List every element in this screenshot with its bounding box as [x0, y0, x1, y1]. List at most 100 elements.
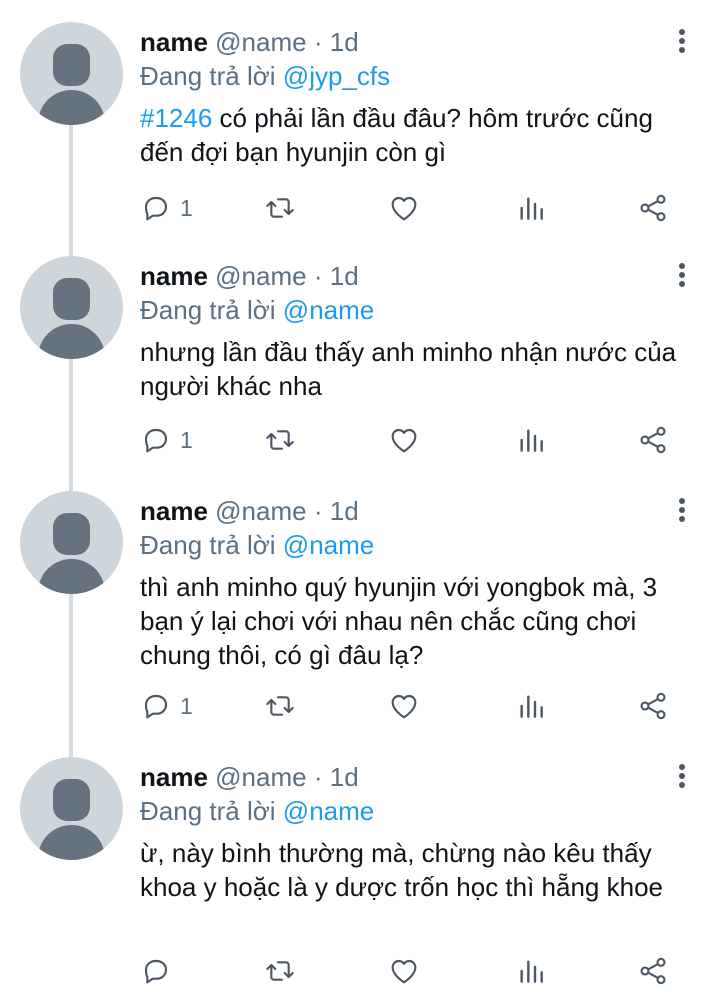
tweet-header: name @name · 1d — [140, 26, 696, 58]
retweet-icon — [266, 198, 294, 218]
tweet-header: name @name · 1d — [140, 260, 696, 292]
share-button[interactable] — [637, 688, 669, 724]
retweet-icon — [266, 430, 294, 450]
reply-count: 1 — [180, 427, 193, 453]
more-vertical-icon[interactable] — [672, 260, 692, 292]
heart-icon — [391, 428, 417, 453]
display-name[interactable]: name — [140, 762, 208, 792]
reply-icon — [144, 196, 168, 221]
share-icon — [640, 692, 666, 720]
mention-link[interactable]: @name — [283, 796, 374, 826]
like-button[interactable] — [388, 422, 420, 458]
replying-label: Đang trả lời — [140, 61, 276, 91]
more-vertical-icon[interactable] — [672, 495, 692, 527]
display-name[interactable]: name — [140, 261, 208, 291]
like-button[interactable] — [388, 953, 420, 989]
analytics-icon — [520, 429, 543, 452]
reply-count: 1 — [180, 693, 193, 719]
share-icon — [640, 194, 666, 222]
heart-icon — [391, 196, 417, 221]
mention-link[interactable]: @jyp_cfs — [283, 61, 390, 91]
separator-dot: · — [313, 496, 323, 526]
reply-icon — [144, 694, 168, 719]
share-button[interactable] — [637, 953, 669, 989]
analytics-button[interactable] — [515, 422, 547, 458]
retweet-icon — [266, 961, 294, 981]
share-button[interactable] — [637, 190, 669, 226]
like-button[interactable] — [388, 688, 420, 724]
heart-icon — [391, 694, 417, 719]
retweet-button[interactable] — [264, 953, 296, 989]
more-vertical-icon[interactable] — [672, 26, 692, 58]
timestamp[interactable]: 1d — [330, 762, 359, 792]
timestamp[interactable]: 1d — [330, 496, 359, 526]
mention-link[interactable]: @name — [283, 530, 374, 560]
analytics-icon — [520, 197, 543, 220]
reply-button[interactable] — [140, 953, 180, 989]
separator-dot: · — [313, 27, 323, 57]
display-name[interactable]: name — [140, 27, 208, 57]
analytics-button[interactable] — [515, 190, 547, 226]
replying-to: Đang trả lời @jyp_cfs — [140, 59, 696, 93]
share-icon — [640, 426, 666, 454]
reply-count: 1 — [180, 195, 193, 221]
tweet-body: thì anh minho quý hyunjin với yongbok mà… — [140, 572, 658, 670]
share-button[interactable] — [637, 422, 669, 458]
heart-icon — [391, 959, 417, 984]
share-icon — [640, 957, 666, 985]
retweet-icon — [266, 696, 294, 716]
timestamp[interactable]: 1d — [330, 261, 359, 291]
tweet-body: nhưng lần đầu thấy anh minho nhận nước c… — [140, 337, 677, 401]
analytics-icon — [520, 695, 543, 718]
analytics-icon — [520, 960, 543, 983]
reply-icon — [144, 428, 168, 453]
analytics-button[interactable] — [515, 688, 547, 724]
tweet-body: có phải lần đầu đâu? hôm trước cũng đến … — [140, 103, 653, 167]
user-handle[interactable]: @name — [215, 261, 306, 291]
tweet-text: #1246 có phải lần đầu đâu? hôm trước cũn… — [140, 101, 696, 169]
tweet-actions: 1 — [140, 422, 680, 458]
reply-thread: name @name · 1d Đang trả lời @jyp_cfs #1… — [0, 0, 720, 1003]
mention-link[interactable]: @name — [283, 295, 374, 325]
avatar[interactable] — [20, 22, 123, 125]
retweet-button[interactable] — [264, 422, 296, 458]
analytics-button[interactable] — [515, 953, 547, 989]
tweet-actions — [140, 953, 680, 989]
timestamp[interactable]: 1d — [330, 27, 359, 57]
reply-button[interactable]: 1 — [140, 688, 193, 724]
display-name[interactable]: name — [140, 496, 208, 526]
tweet-body: ừ, này bình thường mà, chừng nào kêu thấ… — [140, 838, 663, 902]
avatar[interactable] — [20, 256, 123, 359]
user-handle[interactable]: @name — [215, 27, 306, 57]
avatar[interactable] — [20, 757, 123, 860]
reply-icon — [144, 959, 168, 984]
reply-button[interactable]: 1 — [140, 422, 193, 458]
replying-label: Đang trả lời — [140, 295, 276, 325]
user-handle[interactable]: @name — [215, 496, 306, 526]
user-handle[interactable]: @name — [215, 762, 306, 792]
replying-to: Đang trả lời @name — [140, 293, 696, 327]
tweet[interactable]: name @name · 1d Đang trả lời @jyp_cfs #1… — [0, 0, 720, 250]
more-vertical-icon[interactable] — [672, 761, 692, 793]
tweet-content: name @name · 1d Đang trả lời @jyp_cfs #1… — [140, 26, 696, 169]
like-button[interactable] — [388, 190, 420, 226]
retweet-button[interactable] — [264, 688, 296, 724]
tweet-header: name @name · 1d — [140, 495, 696, 527]
separator-dot: · — [313, 261, 323, 291]
replying-label: Đang trả lời — [140, 530, 276, 560]
replying-to: Đang trả lời @name — [140, 528, 696, 562]
separator-dot: · — [313, 762, 323, 792]
tweet-header: name @name · 1d — [140, 761, 696, 793]
tweet[interactable]: name @name · 1d Đang trả lời @name thì a… — [0, 485, 720, 751]
replying-label: Đang trả lời — [140, 796, 276, 826]
hashtag-link[interactable]: #1246 — [140, 103, 212, 133]
tweet[interactable]: name @name · 1d Đang trả lời @name ừ, nà… — [0, 751, 720, 1003]
tweet[interactable]: name @name · 1d Đang trả lời @name nhưng… — [0, 250, 720, 485]
reply-button[interactable]: 1 — [140, 190, 193, 226]
tweet-content: name @name · 1d Đang trả lời @name ừ, nà… — [140, 761, 696, 904]
avatar[interactable] — [20, 491, 123, 594]
replying-to: Đang trả lời @name — [140, 794, 696, 828]
tweet-content: name @name · 1d Đang trả lời @name thì a… — [140, 495, 696, 672]
retweet-button[interactable] — [264, 190, 296, 226]
tweet-content: name @name · 1d Đang trả lời @name nhưng… — [140, 260, 696, 403]
